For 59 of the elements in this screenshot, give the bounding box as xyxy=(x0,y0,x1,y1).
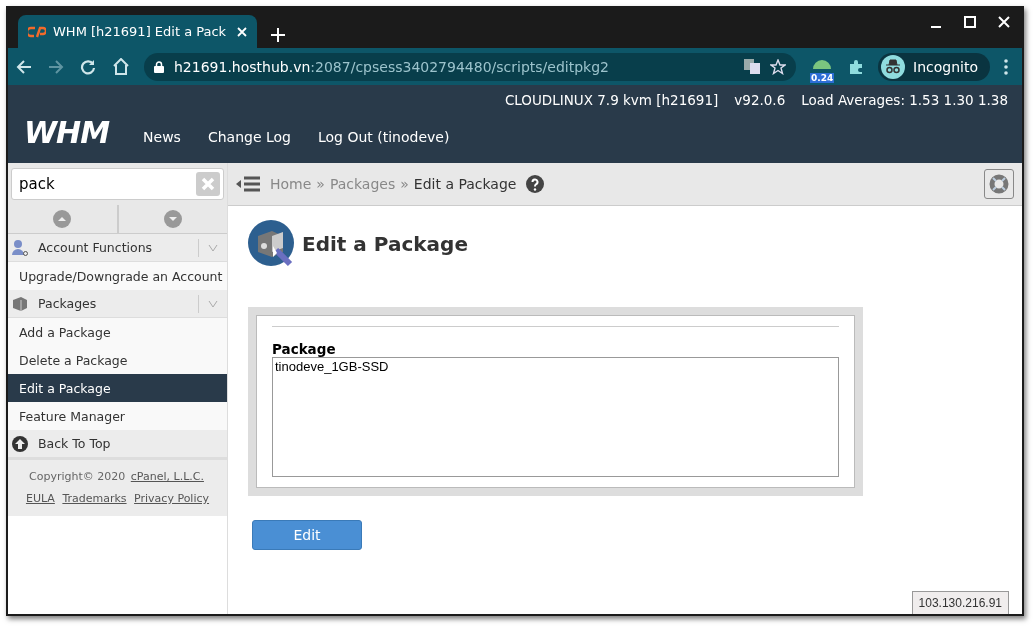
cpanel-link[interactable]: cPanel, L.L.C. xyxy=(130,470,204,483)
page-title: Edit a Package xyxy=(302,232,468,256)
back-arrow-icon[interactable] xyxy=(16,58,32,75)
whm-logo: WHM xyxy=(24,115,110,150)
package-edit-icon xyxy=(248,220,296,268)
user-icon xyxy=(12,239,28,256)
incognito-profile-button[interactable]: Incognito xyxy=(878,52,990,81)
menu-icon[interactable] xyxy=(1003,58,1008,75)
close-icon[interactable] xyxy=(998,16,1010,28)
help-icon[interactable] xyxy=(526,175,545,193)
back-to-top-link[interactable]: Back To Top xyxy=(8,430,227,458)
browser-tab[interactable]: WHM [h21691] Edit a Pack xyxy=(18,15,257,48)
close-icon[interactable] xyxy=(237,26,247,37)
footer-link[interactable]: Privacy Policy xyxy=(134,492,210,505)
cpanel-logo-icon xyxy=(28,25,46,38)
sidebar-link[interactable]: Delete a Package xyxy=(8,346,227,374)
search-field[interactable]: pack xyxy=(11,168,224,200)
list-option[interactable]: tinodeve_1GB-SSD xyxy=(275,359,836,374)
breadcrumb-current: Edit a Package xyxy=(413,176,517,192)
url-path: :2087/cpsess3402794480/scripts/editpkg2 xyxy=(310,58,609,75)
extension-badge: 0.24 xyxy=(810,72,835,83)
field-label: Package xyxy=(272,341,337,357)
up-arrow-icon xyxy=(12,435,28,452)
support-button[interactable] xyxy=(984,169,1014,199)
lifebuoy-icon xyxy=(989,174,1009,194)
breadcrumb-separator: » xyxy=(400,176,409,192)
package-listbox[interactable]: tinodeve_1GB-SSD xyxy=(272,357,839,477)
sidebar-link[interactable]: Add a Package xyxy=(8,318,227,346)
server-info: v92.0.6 xyxy=(734,92,786,108)
forward-arrow-icon[interactable] xyxy=(48,58,64,75)
sidebar-link[interactable]: Edit a Package xyxy=(8,374,227,402)
breadcrumb-separator: » xyxy=(316,176,325,192)
nav-link[interactable]: Log Out (tinodeve) xyxy=(317,128,450,145)
footer-link[interactable]: Trademarks xyxy=(62,492,127,505)
footer-link[interactable]: EULA xyxy=(25,492,55,505)
incognito-icon xyxy=(881,54,905,79)
category-header[interactable]: Packages xyxy=(8,290,227,318)
copyright-text: Copyright© 2020 xyxy=(29,470,126,483)
puzzle-icon[interactable] xyxy=(848,58,864,75)
maximize-icon[interactable] xyxy=(964,16,976,28)
package-icon xyxy=(12,295,28,312)
address-bar[interactable]: h21691.hosthub.vn:2087/cpsess3402794480/scripts/editpkg2 xyxy=(144,52,796,81)
tab-title: WHM [h21691] Edit a Pack xyxy=(53,24,228,39)
new-tab-button[interactable] xyxy=(271,28,285,42)
translate-icon[interactable] xyxy=(744,59,760,74)
sidebar-link[interactable]: Upgrade/Downgrade an Account xyxy=(8,262,227,290)
server-info: Load Averages: 1.53 1.30 1.38 xyxy=(801,92,1008,108)
home-icon[interactable] xyxy=(112,58,130,75)
category-header[interactable]: Account Functions xyxy=(8,234,227,262)
collapse-menu-icon[interactable] xyxy=(236,175,260,193)
reload-icon[interactable] xyxy=(80,58,96,75)
sidebar-link[interactable]: Feature Manager xyxy=(8,402,227,430)
star-icon[interactable] xyxy=(770,58,786,75)
server-info: CLOUDLINUX 7.9 kvm [h21691] xyxy=(504,92,719,108)
lock-icon xyxy=(154,60,164,73)
nav-link[interactable]: Change Log xyxy=(207,128,291,145)
url-host: h21691.hosthub.vn xyxy=(174,58,311,75)
ip-address: 103.130.216.91 xyxy=(911,591,1009,614)
nav-link[interactable]: News xyxy=(143,128,181,145)
